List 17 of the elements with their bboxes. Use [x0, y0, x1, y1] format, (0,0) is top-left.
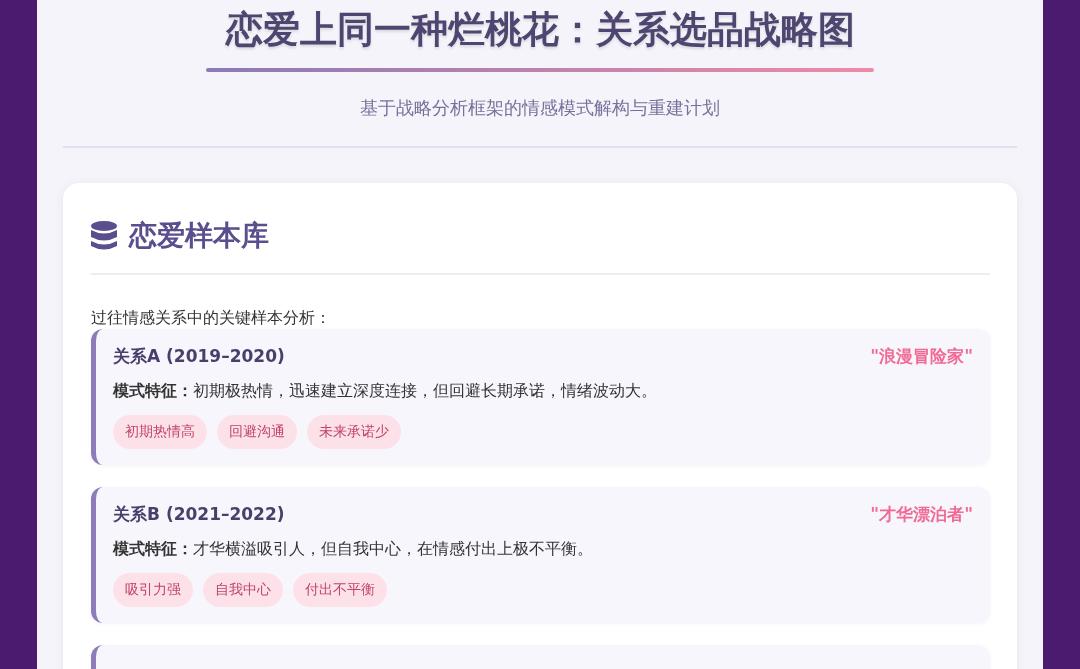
- nickname: "才华漂泊者": [870, 503, 973, 526]
- nickname: "浪漫冒险家": [870, 345, 973, 368]
- page-subtitle: 基于战略分析框架的情感模式解构与重建计划: [360, 96, 720, 120]
- trait-tag: 初期热情高: [113, 415, 207, 449]
- trait-tag: 吸引力强: [113, 573, 193, 607]
- section-heading: 恋爱样本库: [129, 218, 269, 254]
- trait-tag: 回避沟通: [217, 415, 297, 449]
- intro-text: 过往情感关系中的关键样本分析：: [91, 307, 332, 329]
- relationship-name: 关系A (2019–2020): [113, 345, 285, 368]
- trait-tag: 自我中心: [203, 573, 283, 607]
- trait-tag: 付出不平衡: [293, 573, 387, 607]
- trait-tag: 未来承诺少: [307, 415, 401, 449]
- database-icon: [91, 221, 117, 251]
- page-title: 恋爱上同一种烂桃花：关系选品战略图: [225, 7, 855, 53]
- relationship-name: 关系B (2021–2022): [113, 503, 285, 526]
- pattern-description: 模式特征：初期极热情，迅速建立深度连接，但回避长期承诺，情绪波动大。: [113, 381, 658, 402]
- pattern-description: 模式特征：才华横溢吸引人，但自我中心，在情感付出上极不平衡。: [113, 539, 594, 560]
